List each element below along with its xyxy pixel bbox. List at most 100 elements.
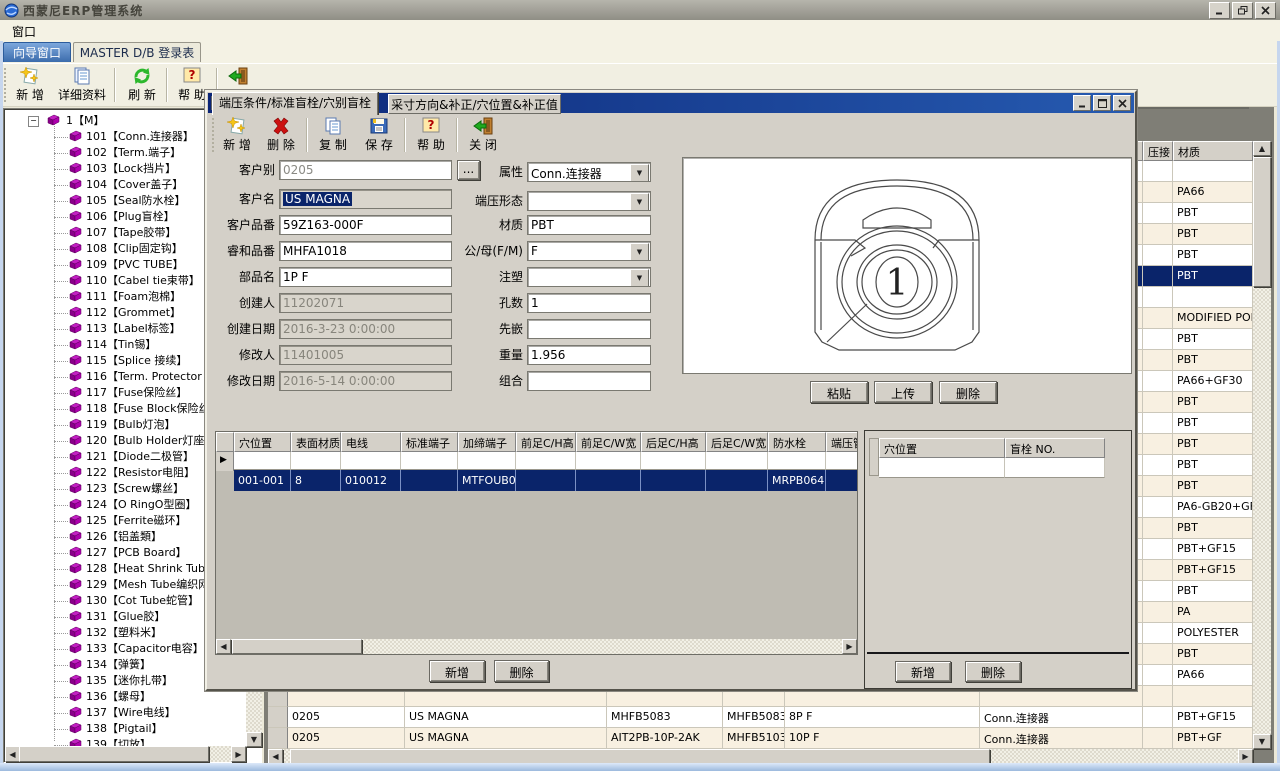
- field-公/母(F/M)[interactable]: F▼: [527, 241, 651, 261]
- crimp-filter-cell[interactable]: [706, 452, 768, 470]
- grid-cell[interactable]: [1143, 455, 1173, 476]
- grid-cell[interactable]: PBT: [1173, 392, 1253, 413]
- grid-cell[interactable]: 0205: [288, 728, 405, 749]
- upload-button[interactable]: 上传: [874, 381, 932, 403]
- field-注塑[interactable]: ▼: [527, 267, 651, 287]
- field-孔数[interactable]: 1: [527, 293, 651, 313]
- plug-delete-button[interactable]: 删除: [965, 661, 1021, 682]
- field-重量[interactable]: 1.956: [527, 345, 651, 365]
- grid-cell[interactable]: [1173, 686, 1253, 707]
- grid-cell[interactable]: MHFB5103: [723, 728, 785, 749]
- crimp-filter-cell[interactable]: [234, 452, 291, 470]
- dialog-close-button[interactable]: [1113, 95, 1131, 111]
- scroll-right-icon[interactable]: ▶: [842, 639, 857, 654]
- grid-cell[interactable]: [1143, 392, 1173, 413]
- grid-cell[interactable]: [1143, 560, 1173, 581]
- field-组合[interactable]: [527, 371, 651, 391]
- grid-cell[interactable]: PBT: [1173, 644, 1253, 665]
- tab-master-db[interactable]: MASTER D/B 登录表: [73, 42, 201, 62]
- grid-cell[interactable]: [1173, 161, 1253, 182]
- crimp-cell[interactable]: 010012: [341, 470, 401, 491]
- crimp-filter-cell[interactable]: [516, 452, 576, 470]
- close-button[interactable]: [1255, 2, 1276, 19]
- grid-header-材质[interactable]: 材质: [1173, 141, 1253, 161]
- scroll-left-icon[interactable]: ◀: [5, 746, 20, 762]
- grid-cell[interactable]: PBT: [1173, 329, 1253, 350]
- grid-cell[interactable]: PA: [1173, 602, 1253, 623]
- dialog-copy-button[interactable]: 复 制: [312, 115, 354, 156]
- crimp-cell[interactable]: [576, 470, 641, 491]
- grid-cell[interactable]: MHFB5083: [607, 707, 723, 728]
- grid-row-selector[interactable]: [268, 728, 288, 749]
- crimp-cell[interactable]: [826, 470, 858, 491]
- grid-cell[interactable]: PBT: [1173, 476, 1253, 497]
- grid-cell[interactable]: [1143, 665, 1173, 686]
- grid-cell[interactable]: PBT: [1173, 581, 1253, 602]
- scroll-right-icon[interactable]: ▶: [231, 746, 246, 762]
- grid-cell[interactable]: [1143, 476, 1173, 497]
- chevron-down-icon[interactable]: ▼: [630, 164, 649, 182]
- grid-cell[interactable]: PA6-GB20+GF10: [1173, 497, 1253, 518]
- grid-cell[interactable]: PBT+GF: [1173, 728, 1253, 749]
- grid-cell[interactable]: [1143, 518, 1173, 539]
- crimp-horizontal-scrollbar[interactable]: ◀▶: [216, 639, 857, 654]
- grid-cell[interactable]: PBT+GF15: [1173, 539, 1253, 560]
- crimp-header-防水栓[interactable]: 防水栓: [768, 432, 826, 452]
- grid-cell[interactable]: [1143, 161, 1173, 182]
- grid-cell[interactable]: PBT: [1173, 266, 1253, 287]
- crimp-filter-cell[interactable]: [768, 452, 826, 470]
- grid-delete-button[interactable]: 删除: [494, 660, 549, 682]
- grid-cell[interactable]: [1143, 308, 1173, 329]
- dialog-help-button[interactable]: ?帮 助: [410, 115, 452, 156]
- dialog-close-toolbar-button[interactable]: 关 闭: [462, 115, 504, 156]
- tree-hscroll-thumb[interactable]: [19, 746, 209, 762]
- toolbar-details-button[interactable]: 详细资料: [52, 65, 112, 106]
- grid-cell[interactable]: [1143, 434, 1173, 455]
- crimp-cell[interactable]: [516, 470, 576, 491]
- image-delete-button[interactable]: 删除: [939, 381, 997, 403]
- dialog-save-button[interactable]: 保 存: [358, 115, 400, 156]
- grid-cell[interactable]: PA66: [1173, 182, 1253, 203]
- crimp-hscroll-thumb[interactable]: [232, 639, 362, 654]
- scroll-right-icon[interactable]: ▶: [1238, 749, 1253, 764]
- grid-cell[interactable]: PBT: [1173, 245, 1253, 266]
- grid-cell[interactable]: [1143, 644, 1173, 665]
- grid-cell[interactable]: PBT: [1173, 224, 1253, 245]
- grid-cell[interactable]: 10P F: [785, 728, 980, 749]
- field-先嵌[interactable]: [527, 319, 651, 339]
- dialog-maximize-button[interactable]: [1093, 95, 1111, 111]
- grid-cell[interactable]: PA66+GF30: [1173, 371, 1253, 392]
- records-vscroll-thumb[interactable]: [1253, 157, 1271, 287]
- grid-add-button[interactable]: 新增: [429, 660, 485, 682]
- plug-grid-header-hole[interactable]: 穴位置: [879, 438, 1005, 458]
- menu-item-window[interactable]: 窗口: [12, 23, 36, 40]
- crimp-header-端压管[interactable]: 端压管: [826, 432, 858, 452]
- crimp-cell[interactable]: [641, 470, 706, 491]
- plug-add-button[interactable]: 新增: [895, 661, 951, 682]
- dialog-new-button[interactable]: 新 增: [216, 115, 258, 156]
- crimp-header-后足C/H高[interactable]: 后足C/H高: [641, 432, 706, 452]
- grid-cell[interactable]: POLYESTER: [1173, 623, 1253, 644]
- grid-header-压接[interactable]: 压接: [1143, 141, 1173, 161]
- crimp-cell[interactable]: MRPB0641: [768, 470, 826, 491]
- toolbar-new-button[interactable]: 新 增: [8, 65, 52, 106]
- crimp-filter-cell[interactable]: [458, 452, 516, 470]
- crimp-header-穴位置[interactable]: 穴位置: [234, 432, 291, 452]
- grid-cell[interactable]: [1143, 182, 1173, 203]
- grid-cell[interactable]: MHFB5083: [723, 707, 785, 728]
- crimp-filter-cell[interactable]: [826, 452, 858, 470]
- scroll-down-icon[interactable]: ▼: [246, 732, 262, 747]
- tab-wizard-window[interactable]: 向导窗口: [3, 42, 71, 62]
- grid-cell[interactable]: [1143, 413, 1173, 434]
- grid-cell[interactable]: US MAGNA: [405, 728, 607, 749]
- crimp-header-表面材质[interactable]: 表面材质: [291, 432, 341, 452]
- grid-cell[interactable]: [1143, 707, 1173, 728]
- field-材质[interactable]: PBT: [527, 215, 651, 235]
- grid-cell[interactable]: [1143, 581, 1173, 602]
- grid-cell[interactable]: PA66: [1173, 665, 1253, 686]
- toolbar-refresh-button[interactable]: 刷 新: [120, 65, 164, 106]
- dialog-delete-button[interactable]: 删 除: [260, 115, 302, 156]
- crimp-cell[interactable]: 001-001: [234, 470, 291, 491]
- field-属性[interactable]: Conn.连接器▼: [527, 162, 651, 182]
- crimp-header-电线[interactable]: 电线: [341, 432, 401, 452]
